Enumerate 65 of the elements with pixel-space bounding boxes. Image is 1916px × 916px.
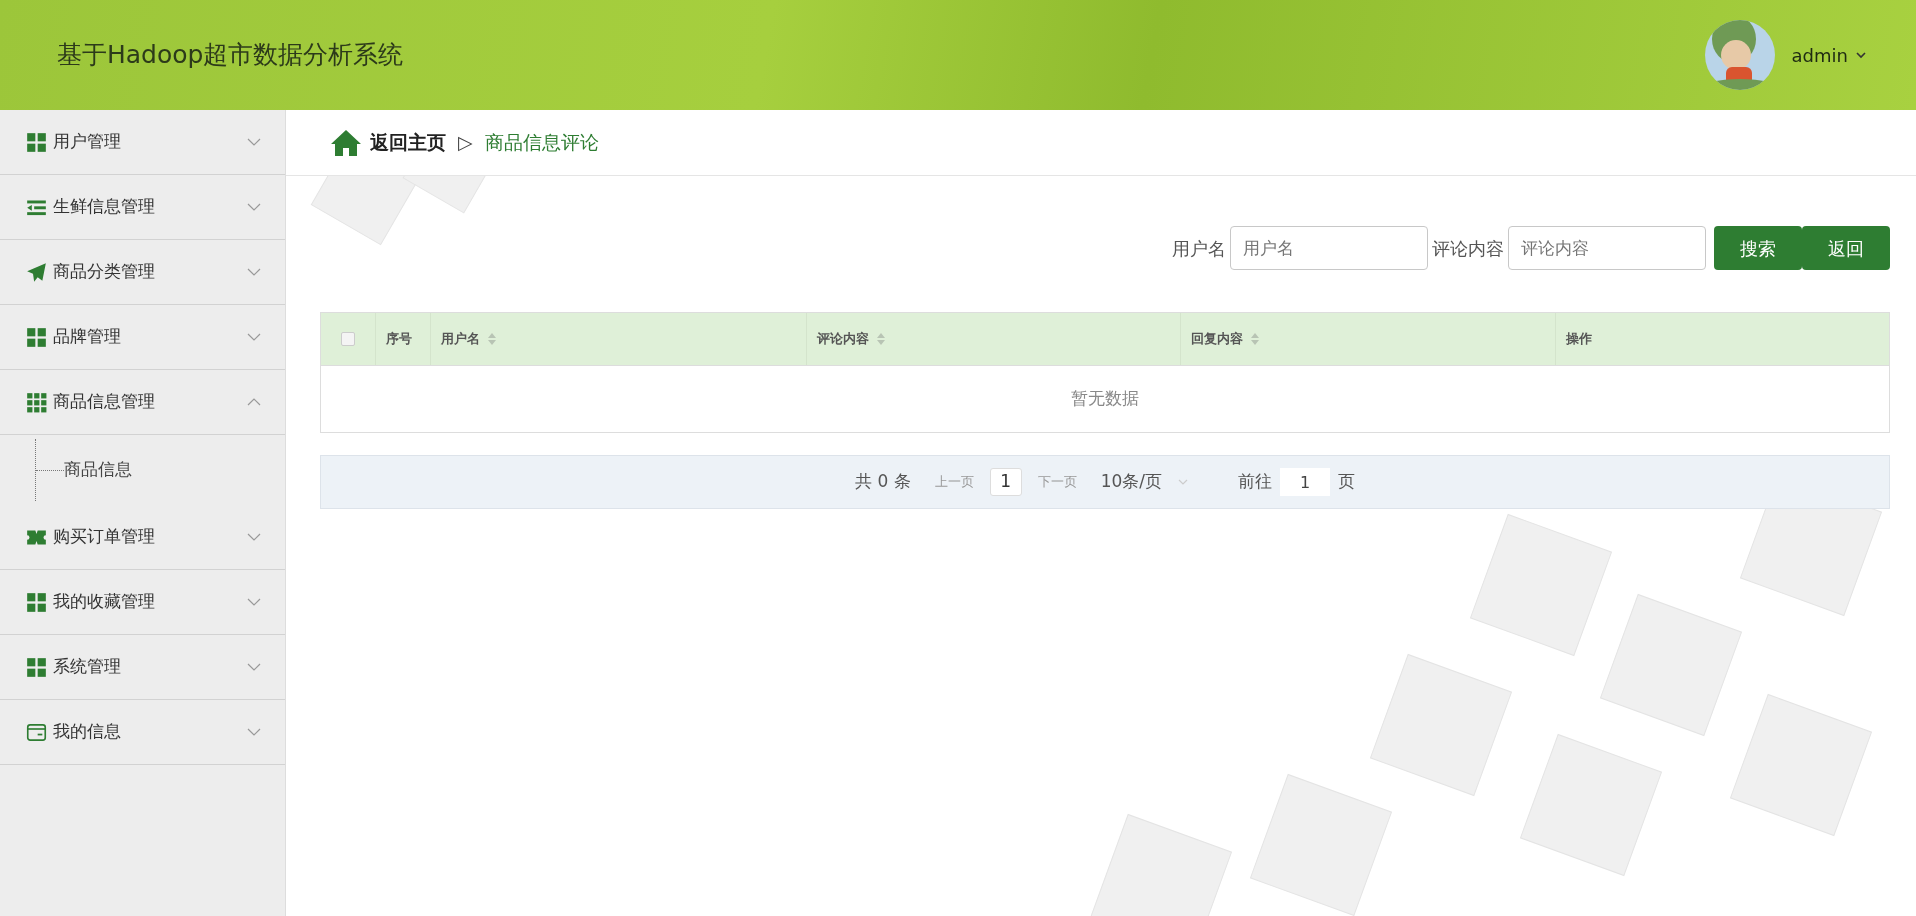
page-number[interactable]: 1 (989, 468, 1022, 496)
chevron-down-icon (247, 728, 261, 736)
sort-icon[interactable] (1251, 333, 1259, 345)
sort-icon[interactable] (488, 333, 496, 345)
field-label: 用户名 (1172, 236, 1226, 261)
column-header: 评论内容 (817, 330, 869, 349)
sidebar-item[interactable]: 生鲜信息管理 (0, 175, 285, 240)
sidebar-item[interactable]: 商品信息管理 (0, 370, 285, 435)
sidebar-item[interactable]: 购买订单管理 (0, 505, 285, 570)
input-field[interactable]: 用户名 (1230, 226, 1428, 270)
empty-message: 暂无数据 (1071, 387, 1139, 411)
sidebar-item[interactable]: 我的信息 (0, 700, 285, 765)
breadcrumb-current: 商品信息评论 (484, 130, 599, 156)
page-input[interactable]: 1 (1280, 468, 1330, 496)
chevron-down-icon (247, 533, 261, 541)
paper-plane-icon (26, 261, 47, 283)
home-icon[interactable] (330, 128, 362, 157)
column-header: 操作 (1566, 330, 1592, 349)
sidebar-label: 品牌管理 (53, 325, 122, 349)
card-icon (26, 721, 47, 743)
input-field[interactable]: 评论内容 (1508, 226, 1706, 270)
column-header: 用户名 (441, 330, 480, 349)
chevron-down-icon (247, 333, 261, 341)
sidebar-label: 我的信息 (53, 720, 122, 744)
chevron-down-icon (247, 138, 261, 146)
column-header: 回复内容 (1191, 330, 1243, 349)
caret-icon (1178, 479, 1188, 485)
sidebar-label: 我的收藏管理 (53, 590, 156, 614)
sidebar-subitem[interactable]: 商品信息 (64, 457, 132, 483)
sidebar-label: 系统管理 (53, 655, 122, 679)
grid-icon (26, 391, 47, 413)
user-menu[interactable]: admin (1791, 41, 1866, 69)
sidebar-label: 用户管理 (53, 130, 122, 154)
sidebar-label: 商品分类管理 (53, 260, 156, 284)
sidebar-item[interactable]: 商品分类管理 (0, 240, 285, 305)
sidebar-item[interactable]: 我的收藏管理 (0, 570, 285, 635)
sidebar-label: 商品信息管理 (53, 390, 156, 414)
chevron-up-icon (247, 398, 261, 406)
chevron-down-icon (247, 203, 261, 211)
sidebar-item[interactable]: 系统管理 (0, 635, 285, 700)
column-header: 序号 (386, 330, 412, 349)
chevron-down-icon (247, 268, 261, 276)
grid-icon (26, 591, 47, 613)
sidebar-item[interactable]: 品牌管理 (0, 305, 285, 370)
goto-label: 前往 (1238, 470, 1272, 494)
sidebar-item[interactable]: 用户管理 (0, 110, 285, 175)
goto-suffix: 页 (1338, 470, 1355, 494)
checkbox[interactable] (341, 332, 355, 346)
app-title: 基于Hadoop超市数据分析系统 (57, 39, 404, 72)
field-label: 评论内容 (1432, 236, 1504, 261)
grid-icon (26, 326, 47, 348)
sidebar-label: 生鲜信息管理 (53, 195, 156, 219)
caret-icon (1856, 51, 1866, 59)
grid-icon (26, 656, 47, 678)
search-button[interactable]: 搜索 (1714, 226, 1802, 270)
total-count: 共 0 条 (855, 470, 911, 494)
sort-icon[interactable] (877, 333, 885, 345)
page-size-select[interactable]: 10条/页 (1100, 469, 1188, 495)
chevron-down-icon (247, 663, 261, 671)
home-link[interactable]: 返回主页 (370, 128, 446, 157)
sidebar-label: 购买订单管理 (53, 525, 156, 549)
separator: ▷ (458, 130, 473, 156)
back-button[interactable]: 返回 (1802, 226, 1890, 270)
chevron-down-icon (247, 598, 261, 606)
grid-icon (26, 131, 47, 153)
